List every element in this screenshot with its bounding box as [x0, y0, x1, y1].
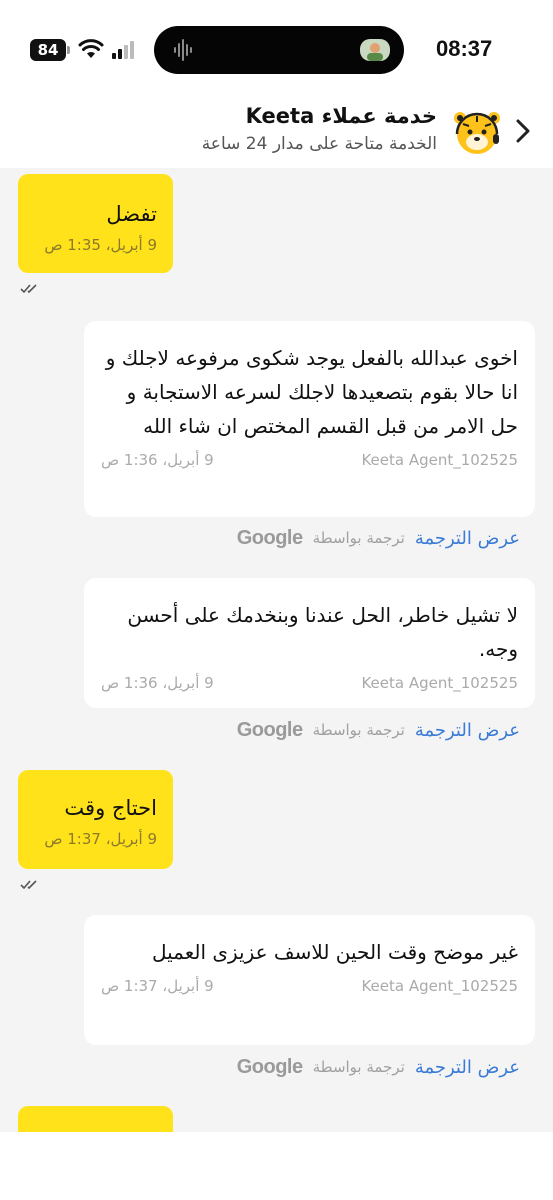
agent-message[interactable]: غير موضح وقت الحين للاسف عزيزى العميل 9 … [84, 915, 535, 1045]
translated-by-label: ترجمة بواسطة [312, 721, 405, 739]
battery-cap [67, 46, 70, 54]
battery-icon: 84 [30, 39, 66, 61]
message-text: تفضل [106, 202, 157, 226]
message-text: لا تشيل خاطر، الحل عندنا وبنخدمك على أحس… [127, 603, 518, 661]
translation-row: Google ترجمة بواسطة عرض الترجمة [220, 525, 520, 551]
show-translation-link[interactable]: عرض الترجمة [415, 1057, 520, 1078]
agent-message[interactable]: اخوى عبدالله بالفعل يوجد شكوى مرفوعه لاج… [84, 321, 535, 517]
translation-row: Google ترجمة بواسطة عرض الترجمة [220, 717, 520, 743]
dynamic-island[interactable] [154, 26, 404, 74]
message-time: 9 أبريل، 1:37 ص [44, 830, 157, 848]
message-text: غير موضح وقت الحين للاسف عزيزى العميل [151, 940, 518, 964]
message-text: اخوى عبدالله بالفعل يوجد شكوى مرفوعه لاج… [105, 346, 518, 438]
keeta-mascot-icon [454, 112, 500, 154]
audio-waveform-icon [174, 39, 192, 61]
user-message[interactable]: احتاج وقت 9 أبريل، 1:37 ص [18, 770, 173, 869]
user-message[interactable]: تفضل 9 أبريل، 1:35 ص [18, 174, 173, 273]
translation-row: Google ترجمة بواسطة عرض الترجمة [220, 1054, 520, 1080]
double-check-icon [20, 880, 37, 890]
agent-name: Keeta Agent_102525 [361, 674, 518, 692]
chat-screen: 84 08:37 خدمة عملاء Keeta الخدمة متاحة ع… [0, 0, 553, 1200]
translated-by-label: ترجمة بواسطة [312, 1058, 405, 1076]
chevron-right-icon[interactable] [512, 116, 534, 146]
agent-name: Keeta Agent_102525 [361, 977, 518, 995]
chat-messages[interactable]: تفضل 9 أبريل، 1:35 ص اخوى عبدالله بالفعل… [0, 168, 553, 1132]
google-logo: Google [236, 526, 303, 549]
agent-name: Keeta Agent_102525 [361, 451, 518, 469]
message-time: 9 أبريل، 1:35 ص [44, 236, 157, 254]
status-time: 08:37 [436, 36, 493, 61]
double-check-icon [20, 284, 37, 294]
translated-by-label: ترجمة بواسطة [312, 529, 405, 547]
status-bar: 84 08:37 [0, 0, 553, 98]
message-time: 9 أبريل، 1:36 ص [101, 674, 214, 692]
cellular-signal-icon [112, 41, 134, 59]
show-translation-link[interactable]: عرض الترجمة [415, 528, 520, 549]
user-message-partial[interactable] [18, 1106, 173, 1132]
google-logo: Google [236, 718, 303, 741]
message-text: احتاج وقت [64, 796, 157, 820]
island-avatar [360, 39, 390, 61]
agent-message[interactable]: لا تشيل خاطر، الحل عندنا وبنخدمك على أحس… [84, 578, 535, 708]
message-time: 9 أبريل، 1:37 ص [101, 977, 214, 995]
header-subtitle: الخدمة متاحة على مدار 24 ساعة [201, 134, 437, 154]
message-time: 9 أبريل، 1:36 ص [101, 451, 214, 469]
show-translation-link[interactable]: عرض الترجمة [415, 720, 520, 741]
chat-header: خدمة عملاء Keeta الخدمة متاحة على مدار 2… [0, 98, 553, 168]
bottom-area [0, 1132, 553, 1200]
header-title: خدمة عملاء Keeta [245, 104, 437, 128]
google-logo: Google [236, 1055, 303, 1078]
wifi-icon [78, 39, 104, 58]
